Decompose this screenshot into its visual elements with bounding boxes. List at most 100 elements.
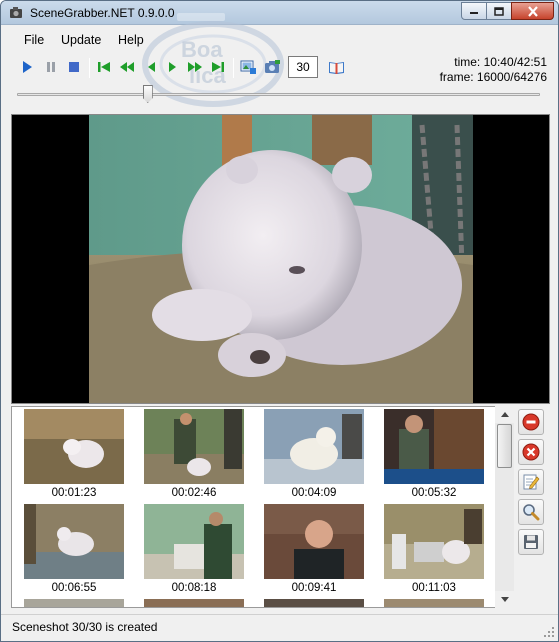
app-window: SceneGrabber.NET 0.9.0.0 Boa lica File U… [0, 0, 559, 642]
picture-grab-icon [240, 60, 256, 74]
menu-help[interactable]: Help [118, 33, 144, 47]
thumbnail-item[interactable] [384, 599, 484, 607]
time-readout: time: 10:40/42:51 [454, 55, 547, 69]
thumbnail-grid: 00:01:23 00:02:46 00:04:09 00:05:32 00:0… [11, 406, 514, 608]
close-icon [527, 5, 538, 17]
book-icon [328, 61, 344, 74]
thumbnail-item[interactable]: 00:02:46 [144, 409, 244, 499]
menu-file[interactable]: File [24, 33, 44, 47]
position-slider[interactable] [17, 85, 540, 105]
thumbnail-item[interactable]: 00:04:09 [264, 409, 364, 499]
fast-rewind-button[interactable] [118, 58, 136, 76]
grab-series-button[interactable] [263, 58, 281, 76]
stop-button[interactable] [65, 58, 83, 76]
title-decoration [177, 13, 225, 21]
app-camera-icon [10, 7, 22, 18]
frame-readout: frame: 16000/64276 [439, 70, 547, 84]
scroll-down-button[interactable] [495, 591, 514, 608]
scroll-thumb[interactable] [497, 424, 512, 468]
thumbnail-time: 00:02:46 [171, 487, 217, 499]
thumbnail-image [384, 504, 484, 579]
maximize-icon [494, 6, 504, 16]
close-button[interactable] [511, 2, 554, 20]
thumbnail-time: 00:09:41 [291, 582, 337, 594]
title-bar: SceneGrabber.NET 0.9.0.0 [1, 1, 558, 25]
thumbnail-image [24, 504, 124, 579]
thumbnail-image [144, 504, 244, 579]
thumbnail-item[interactable] [144, 599, 244, 607]
minimize-button[interactable] [461, 2, 487, 20]
thumbnail-time: 00:04:09 [291, 487, 337, 499]
video-frame-image [12, 115, 549, 403]
camera-grab-icon [264, 60, 280, 73]
thumbnail-item[interactable]: 00:01:23 [24, 409, 124, 499]
delete-icon [522, 443, 540, 461]
thumbnail-time: 00:11:03 [412, 582, 456, 594]
edit-button[interactable] [518, 469, 544, 495]
save-button[interactable] [518, 529, 544, 555]
thumbnail-item[interactable]: 00:11:03 [384, 504, 484, 594]
status-bar: Sceneshot 30/30 is created [1, 614, 558, 641]
delete-button[interactable] [518, 439, 544, 465]
status-message: Sceneshot 30/30 is created [12, 620, 158, 634]
thumbnail-image [264, 504, 364, 579]
toolbar-separator [233, 58, 234, 78]
edit-note-icon [523, 474, 540, 490]
thumbnail-item[interactable]: 00:08:18 [144, 504, 244, 594]
screenshot-count-input[interactable] [288, 56, 318, 78]
step-forward-icon [169, 62, 176, 72]
step-forward-button[interactable] [164, 58, 182, 76]
skip-to-start-icon [98, 62, 110, 72]
help-book-button[interactable] [327, 58, 345, 76]
thumbnail-image [384, 599, 484, 607]
thumbnail-scrollbar[interactable] [495, 406, 514, 608]
minimize-icon [470, 12, 478, 14]
play-icon [23, 61, 32, 73]
grab-scene-button[interactable] [239, 58, 257, 76]
thumbnail-item[interactable]: 00:05:32 [384, 409, 484, 499]
menu-update[interactable]: Update [61, 33, 101, 47]
arrow-down-icon [500, 597, 509, 602]
thumbnail-item[interactable]: 00:09:41 [264, 504, 364, 594]
fast-rewind-icon [120, 62, 134, 72]
last-frame-button[interactable] [209, 58, 227, 76]
thumbnail-image [144, 599, 244, 607]
floppy-disk-icon [524, 535, 538, 549]
fast-forward-icon [188, 62, 202, 72]
maximize-button[interactable] [486, 2, 512, 20]
first-frame-button[interactable] [95, 58, 113, 76]
thumbnail-image [384, 409, 484, 484]
pause-button[interactable] [42, 58, 60, 76]
video-preview [11, 114, 550, 404]
pause-icon [47, 62, 55, 72]
zoom-button[interactable] [518, 499, 544, 525]
step-back-icon [148, 62, 155, 72]
play-button[interactable] [18, 58, 36, 76]
thumbnail-item[interactable] [264, 599, 364, 607]
thumbnail-image [264, 599, 364, 607]
arrow-up-icon [500, 412, 509, 417]
thumbnail-image [24, 599, 124, 607]
scroll-up-button[interactable] [495, 406, 514, 423]
thumbnail-image [264, 409, 364, 484]
skip-to-end-icon [212, 62, 224, 72]
thumbnail-image [144, 409, 244, 484]
slider-track[interactable] [17, 93, 540, 96]
step-back-button[interactable] [142, 58, 160, 76]
remove-button[interactable] [518, 409, 544, 435]
resize-grip-icon[interactable] [543, 626, 555, 638]
thumbnail-time: 00:05:32 [411, 487, 457, 499]
thumbnail-time: 00:06:55 [51, 582, 97, 594]
thumbnail-item[interactable]: 00:06:55 [24, 504, 124, 594]
toolbar-separator [89, 58, 90, 78]
thumbnail-time: 00:08:18 [171, 582, 217, 594]
slider-thumb[interactable] [142, 85, 153, 103]
thumbnail-item[interactable] [24, 599, 124, 607]
thumbnail-image [24, 409, 124, 484]
fast-forward-button[interactable] [186, 58, 204, 76]
stop-icon [69, 62, 79, 72]
window-title: SceneGrabber.NET 0.9.0.0 [30, 6, 175, 20]
thumbnail-time: 00:01:23 [51, 487, 97, 499]
remove-icon [522, 413, 540, 431]
menu-bar: File Update Help [1, 27, 558, 51]
